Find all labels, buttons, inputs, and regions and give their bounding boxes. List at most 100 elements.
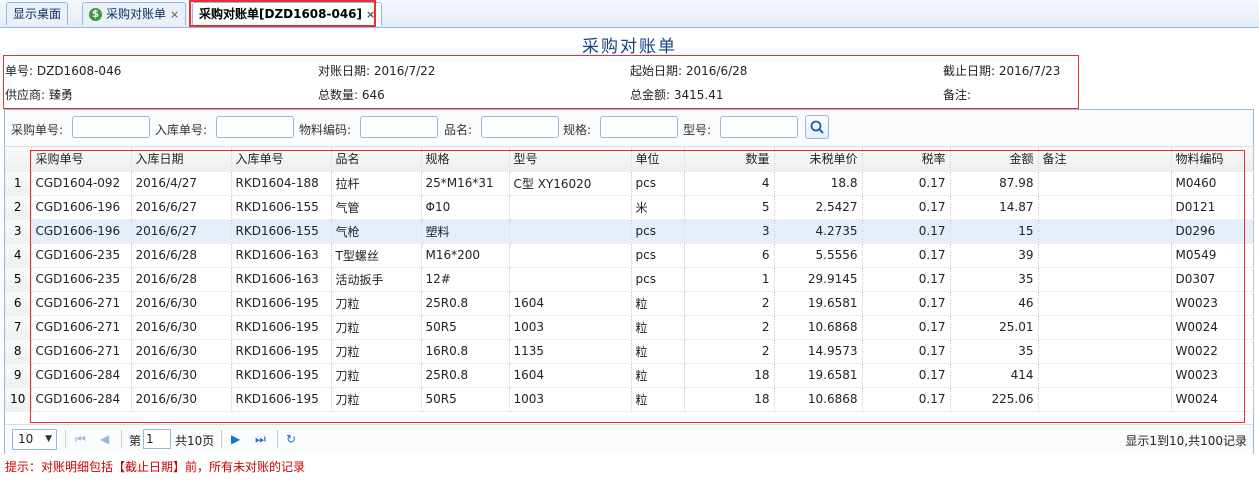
cell-po: CGD1606-196 [31, 219, 132, 244]
cell-tax: 0.17 [862, 195, 951, 220]
col-header[interactable]: 备注 [1038, 147, 1172, 172]
tab-purchase-recon[interactable]: $ 采购对账单 × [82, 2, 187, 25]
cell-remark [1038, 387, 1172, 412]
cell-tax: 0.17 [862, 315, 951, 340]
col-header[interactable]: 采购单号 [31, 147, 132, 172]
row-number-header [5, 147, 32, 172]
col-header[interactable]: 单位 [631, 147, 685, 172]
filter-po-input[interactable] [72, 116, 150, 138]
filter-in-input[interactable] [216, 116, 294, 138]
table-row[interactable]: 9 CGD1606-284 2016/6/30 RKD1606-195 刀粒 25R0.8… [5, 363, 1254, 388]
cell-amount: 46 [950, 291, 1039, 316]
cell-po: CGD1606-235 [31, 267, 132, 292]
cell-po: CGD1606-284 [31, 363, 132, 388]
cell-date: 2016/6/30 [131, 315, 232, 340]
table-row[interactable]: 1 CGD1604-092 2016/4/27 RKD1604-188 拉杆 25*M16… [5, 171, 1254, 196]
tab-bar: 显示桌面 $ 采购对账单 × 采购对账单[DZD1608-046] × [0, 0, 1259, 28]
pager-divider [221, 430, 222, 448]
start-date: 起始日期: 2016/6/28 [630, 64, 748, 78]
cell-name: 刀粒 [331, 315, 422, 340]
cell-model [509, 267, 632, 292]
cell-price: 2.5427 [774, 195, 863, 220]
cell-amount: 15 [950, 219, 1039, 244]
cell-spec: 25R0.8 [421, 363, 510, 388]
first-page-icon[interactable]: ⏮ [75, 432, 86, 446]
next-page-icon[interactable]: ▶ [231, 432, 240, 446]
page-size-value: 10 [18, 432, 34, 446]
header-info-box [3, 55, 1079, 109]
row-number: 6 [5, 291, 32, 316]
cell-tax: 0.17 [862, 387, 951, 412]
cell-model [509, 219, 632, 244]
page-size-select[interactable]: 10 ▼ [12, 429, 57, 450]
table-row[interactable]: 3 CGD1606-196 2016/6/27 RKD1606-155 气枪 塑料 pcs 3… [5, 219, 1254, 244]
close-icon[interactable]: × [170, 8, 179, 21]
cell-qty: 2 [684, 315, 775, 340]
table-row[interactable]: 7 CGD1606-271 2016/6/30 RKD1606-195 刀粒 50R5 10… [5, 315, 1254, 340]
col-header[interactable]: 规格 [421, 147, 510, 172]
cell-date: 2016/4/27 [131, 171, 232, 196]
row-number: 3 [5, 219, 32, 244]
table-row[interactable]: 2 CGD1606-196 2016/6/27 RKD1606-155 气管 Φ10 米 5 2… [5, 195, 1254, 220]
table-row[interactable]: 6 CGD1606-271 2016/6/30 RKD1606-195 刀粒 25R0.8… [5, 291, 1254, 316]
row-number: 10 [5, 387, 32, 412]
active-tab-highlight [189, 0, 376, 27]
cell-remark [1038, 243, 1172, 268]
cell-unit: pcs [631, 243, 685, 268]
cell-name: 活动扳手 [331, 267, 422, 292]
order-no: 单号: DZD1608-046 [5, 64, 122, 78]
cell-date: 2016/6/30 [131, 291, 232, 316]
tab-desktop[interactable]: 显示桌面 [6, 2, 69, 25]
filter-spec-input[interactable] [600, 116, 678, 138]
cell-price: 10.6868 [774, 315, 863, 340]
filter-name-input[interactable] [481, 116, 559, 138]
cell-in: RKD1604-188 [231, 171, 332, 196]
cell-qty: 2 [684, 291, 775, 316]
prev-page-icon[interactable]: ◀ [100, 432, 109, 446]
filter-code-input[interactable] [360, 116, 438, 138]
cell-tax: 0.17 [862, 291, 951, 316]
total-qty: 总数量: 646 [318, 88, 385, 102]
cell-model: 1003 [509, 315, 632, 340]
col-header[interactable]: 品名 [331, 147, 422, 172]
col-header[interactable]: 金额 [950, 147, 1039, 172]
refresh-icon[interactable]: ↻ [286, 432, 296, 446]
search-button[interactable] [805, 115, 829, 139]
col-header[interactable]: 入库单号 [231, 147, 332, 172]
page-number-input[interactable]: 1 [143, 429, 171, 449]
cell-tax: 0.17 [862, 339, 951, 364]
cell-spec: 16R0.8 [421, 339, 510, 364]
table-row[interactable]: 10 CGD1606-284 2016/6/30 RKD1606-195 刀粒 50R5 1… [5, 387, 1254, 412]
cell-remark [1038, 363, 1172, 388]
pager-divider [277, 430, 278, 448]
col-header[interactable]: 税率 [862, 147, 951, 172]
cell-code: W0023 [1171, 291, 1254, 316]
filter-model-input[interactable] [720, 116, 798, 138]
col-header[interactable]: 物料编码 [1171, 147, 1254, 172]
col-header[interactable]: 型号 [509, 147, 632, 172]
cell-model: 1003 [509, 387, 632, 412]
cell-date: 2016/6/27 [131, 219, 232, 244]
cell-date: 2016/6/27 [131, 195, 232, 220]
cell-code: W0022 [1171, 339, 1254, 364]
pager-divider [65, 430, 66, 448]
table-row[interactable]: 5 CGD1606-235 2016/6/28 RKD1606-163 活动扳手 12# p… [5, 267, 1254, 292]
cell-in: RKD1606-163 [231, 243, 332, 268]
page-prefix: 第 [129, 434, 142, 448]
table-row[interactable]: 8 CGD1606-271 2016/6/30 RKD1606-195 刀粒 16R0.8… [5, 339, 1254, 364]
page-total: 共10页 [175, 434, 215, 448]
cell-model [509, 243, 632, 268]
table-row[interactable]: 4 CGD1606-235 2016/6/28 RKD1606-163 T型螺丝 M16*… [5, 243, 1254, 268]
col-header[interactable]: 数量 [684, 147, 775, 172]
filter-spec-label: 规格: [563, 123, 592, 137]
cell-amount: 87.98 [950, 171, 1039, 196]
cell-spec: 50R5 [421, 315, 510, 340]
search-icon [810, 120, 824, 134]
tab-purchase-recon-label: 采购对账单 [106, 7, 167, 21]
col-header[interactable]: 入库日期 [131, 147, 232, 172]
col-header[interactable]: 未税单价 [774, 147, 863, 172]
cell-model: 1604 [509, 363, 632, 388]
last-page-icon[interactable]: ⏭ [255, 432, 266, 446]
cell-model [509, 195, 632, 220]
cell-in: RKD1606-155 [231, 219, 332, 244]
